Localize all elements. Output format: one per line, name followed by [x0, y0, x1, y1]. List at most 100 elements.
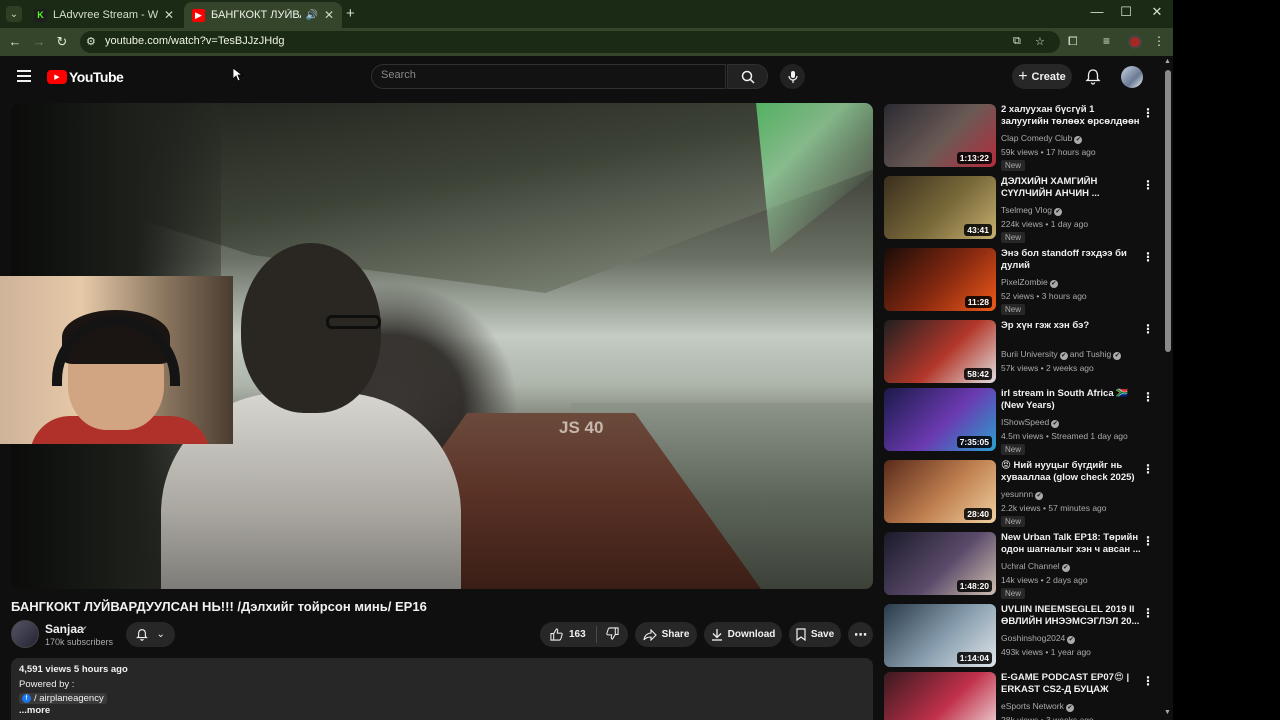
save-button[interactable]: Save — [789, 622, 841, 647]
address-bar[interactable]: ⚙ youtube.com/watch?v=TesBJJzJHdg ⧉ ☆ — [80, 31, 1060, 53]
extensions-icon[interactable]: ⧠ — [1068, 34, 1078, 49]
tab-close-icon[interactable]: ✕ — [164, 8, 174, 22]
recommended-channel[interactable]: yesunnn ✔ — [1001, 489, 1045, 500]
recommended-video[interactable]: E-GAME PODCAST EP07😍 | ERKAST CS2-Д БУЦА… — [884, 672, 1159, 720]
recommended-channel[interactable]: PixelZombie ✔ — [1001, 277, 1060, 288]
recommended-title[interactable]: 2 халуухан бүсгүй 1 залуугийн төлөөх өрс… — [1001, 104, 1141, 128]
video-thumbnail[interactable]: 1:13:22 — [884, 104, 996, 167]
recommended-title[interactable]: E-GAME PODCAST EP07😍 | ERKAST CS2-Д БУЦА… — [1001, 672, 1141, 696]
recommended-title[interactable]: Энэ бол standoff гэхдээ би дулий — [1001, 248, 1141, 272]
recommended-channel[interactable]: Tselmeg Vlog ✔ — [1001, 205, 1064, 216]
more-options-icon[interactable]: ⋮ — [1142, 462, 1154, 476]
account-avatar[interactable] — [1121, 66, 1143, 88]
recommended-title[interactable]: 😡 Ний нууцыг бүгдийг нь хувааллаа (glow … — [1001, 460, 1141, 484]
recommended-title[interactable]: UVLIIN INEEMSEGLEL 2019 II ӨВЛИЙН ИНЭЭМС… — [1001, 604, 1141, 628]
recommended-video[interactable]: 28:40 😡 Ний нууцыг бүгдийг нь хувааллаа (… — [884, 460, 1159, 527]
back-icon[interactable]: ← — [6, 33, 24, 51]
recommended-channel[interactable]: eSports Network ✔ — [1001, 701, 1076, 712]
subscription-bell-button[interactable]: ⌄ — [126, 622, 175, 647]
tab-kick[interactable]: K LAdvvree Stream - Watch Live o ✕ — [26, 2, 182, 28]
more-options-icon[interactable]: ⋮ — [1142, 534, 1154, 548]
channel-avatar[interactable] — [11, 620, 39, 648]
speaker-icon[interactable]: 🔊 — [305, 10, 317, 21]
create-button[interactable]: + Create — [1012, 64, 1072, 89]
bookmark-star-icon[interactable]: ☆ — [1035, 35, 1045, 48]
like-dislike-group: 163 — [540, 622, 628, 647]
recommended-video[interactable]: 7:35:05 irl stream in South Africa 🇿🇦 (Ne… — [884, 388, 1159, 455]
recommended-video[interactable]: 58:42 Эр хүн гэж хэн бэ? Burii University ✔… — [884, 320, 1159, 386]
share-button[interactable]: Share — [635, 622, 697, 647]
tab-search-icon[interactable]: ⌄ — [6, 6, 22, 22]
more-options-icon[interactable]: ⋮ — [1142, 390, 1154, 404]
recommended-video[interactable]: 11:28 Энэ бол standoff гэхдээ би дулий Pix… — [884, 248, 1159, 315]
more-actions-icon[interactable]: ⋯ — [848, 622, 873, 647]
recommended-video[interactable]: 1:48:20 New Urban Talk EP18: Төрийн одон … — [884, 532, 1159, 599]
more-options-icon[interactable]: ⋮ — [1142, 674, 1154, 688]
maximize-icon[interactable]: ☐ — [1111, 4, 1141, 20]
recommended-title[interactable]: New Urban Talk EP18: Төрийн одон шагналы… — [1001, 532, 1141, 556]
more-options-icon[interactable]: ⋮ — [1142, 178, 1154, 192]
voice-search-button[interactable] — [780, 64, 805, 89]
more-options-icon[interactable]: ⋮ — [1142, 106, 1154, 120]
search-button[interactable] — [727, 64, 768, 89]
video-thumbnail[interactable]: 7:35:05 — [884, 388, 996, 451]
download-button[interactable]: Download — [704, 622, 782, 647]
browser-profile-icon[interactable] — [1128, 35, 1142, 49]
install-app-icon[interactable]: ⧉ — [1013, 35, 1021, 48]
scroll-up-icon[interactable]: ▲ — [1164, 58, 1171, 65]
minimize-icon[interactable]: — — [1082, 4, 1112, 19]
recommended-channel[interactable]: Goshinshog2024 ✔ — [1001, 633, 1077, 644]
recommended-title[interactable]: Эр хүн гэж хэн бэ? — [1001, 320, 1141, 332]
recommended-channel[interactable]: IShowSpeed ✔ — [1001, 417, 1061, 428]
video-thumbnail[interactable] — [884, 672, 996, 720]
more-options-icon[interactable]: ⋮ — [1142, 322, 1154, 336]
facebook-icon: f — [22, 694, 31, 703]
channel-name[interactable]: Sanjaa — [45, 622, 84, 636]
browser-menu-icon[interactable]: ⋮ — [1153, 34, 1165, 48]
video-thumbnail[interactable]: 1:48:20 — [884, 532, 996, 595]
like-button[interactable]: 163 — [540, 626, 597, 643]
reload-icon[interactable]: ↻ — [53, 33, 71, 51]
recommended-video[interactable]: 1:13:22 2 халуухан бүсгүй 1 залуугийн төл… — [884, 104, 1159, 171]
description-box[interactable]: 4,591 views 5 hours ago Powered by : f /… — [11, 658, 873, 720]
bell-icon — [1085, 69, 1101, 85]
dislike-button[interactable] — [597, 626, 619, 643]
recommended-channel[interactable]: Burii University ✔ and Tushig ✔ — [1001, 349, 1123, 360]
verified-icon: ✔ — [1059, 352, 1068, 360]
more-options-icon[interactable]: ⋮ — [1142, 250, 1154, 264]
recommended-title[interactable]: ДЭЛХИЙН ХАМГИЙН СҮҮЛЧИЙН АНЧИН ... — [1001, 176, 1141, 200]
tab-title: БАНГКОКТ ЛУЙВАРДУУЛС — [211, 9, 301, 21]
recommended-title[interactable]: irl stream in South Africa 🇿🇦 (New Years… — [1001, 388, 1141, 412]
verified-icon: ✔ — [80, 624, 88, 634]
video-thumbnail[interactable]: 1:14:04 — [884, 604, 996, 667]
recommended-video[interactable]: 43:41 ДЭЛХИЙН ХАМГИЙН СҮҮЛЧИЙН АНЧИН ... T… — [884, 176, 1159, 243]
more-options-icon[interactable]: ⋮ — [1142, 606, 1154, 620]
tab-title: LAdvvree Stream - Watch Live o — [53, 9, 158, 21]
menu-icon[interactable] — [17, 70, 31, 85]
youtube-logo[interactable]: ▶ YouTube — [47, 69, 124, 85]
show-more-link[interactable]: ...more — [19, 705, 865, 716]
tab-close-icon[interactable]: ✕ — [324, 8, 334, 22]
forward-icon[interactable]: → — [30, 33, 48, 51]
close-window-icon[interactable]: ✕ — [1142, 4, 1172, 20]
recommended-channel[interactable]: Clap Comedy Club ✔ — [1001, 133, 1084, 144]
recommended-video[interactable]: 1:14:04 UVLIIN INEEMSEGLEL 2019 II ӨВЛИЙН… — [884, 604, 1159, 670]
video-thumbnail[interactable]: 28:40 — [884, 460, 996, 523]
mouse-cursor-icon — [233, 68, 243, 82]
video-thumbnail[interactable]: 43:41 — [884, 176, 996, 239]
scroll-down-icon[interactable]: ▼ — [1164, 709, 1171, 716]
screen: ⌄ K LAdvvree Stream - Watch Live o ✕ ▶ Б… — [0, 0, 1280, 720]
scrollbar-thumb[interactable] — [1165, 70, 1171, 352]
facebook-link[interactable]: f / airplaneagency — [19, 693, 107, 704]
media-controls-icon[interactable]: ≡ — [1103, 34, 1110, 48]
verified-icon: ✔ — [1054, 208, 1063, 216]
recommended-channel[interactable]: Uchral Channel ✔ — [1001, 561, 1072, 572]
notifications-button[interactable] — [1085, 68, 1101, 90]
recommended-meta: 28k views • 3 weeks ago — [1001, 715, 1094, 720]
new-tab-icon[interactable]: + — [346, 5, 355, 22]
site-info-icon[interactable]: ⚙ — [86, 35, 96, 48]
search-input[interactable] — [381, 69, 711, 81]
tab-youtube[interactable]: ▶ БАНГКОКТ ЛУЙВАРДУУЛС 🔊 ✕ — [184, 2, 342, 28]
video-thumbnail[interactable]: 58:42 — [884, 320, 996, 383]
video-thumbnail[interactable]: 11:28 — [884, 248, 996, 311]
